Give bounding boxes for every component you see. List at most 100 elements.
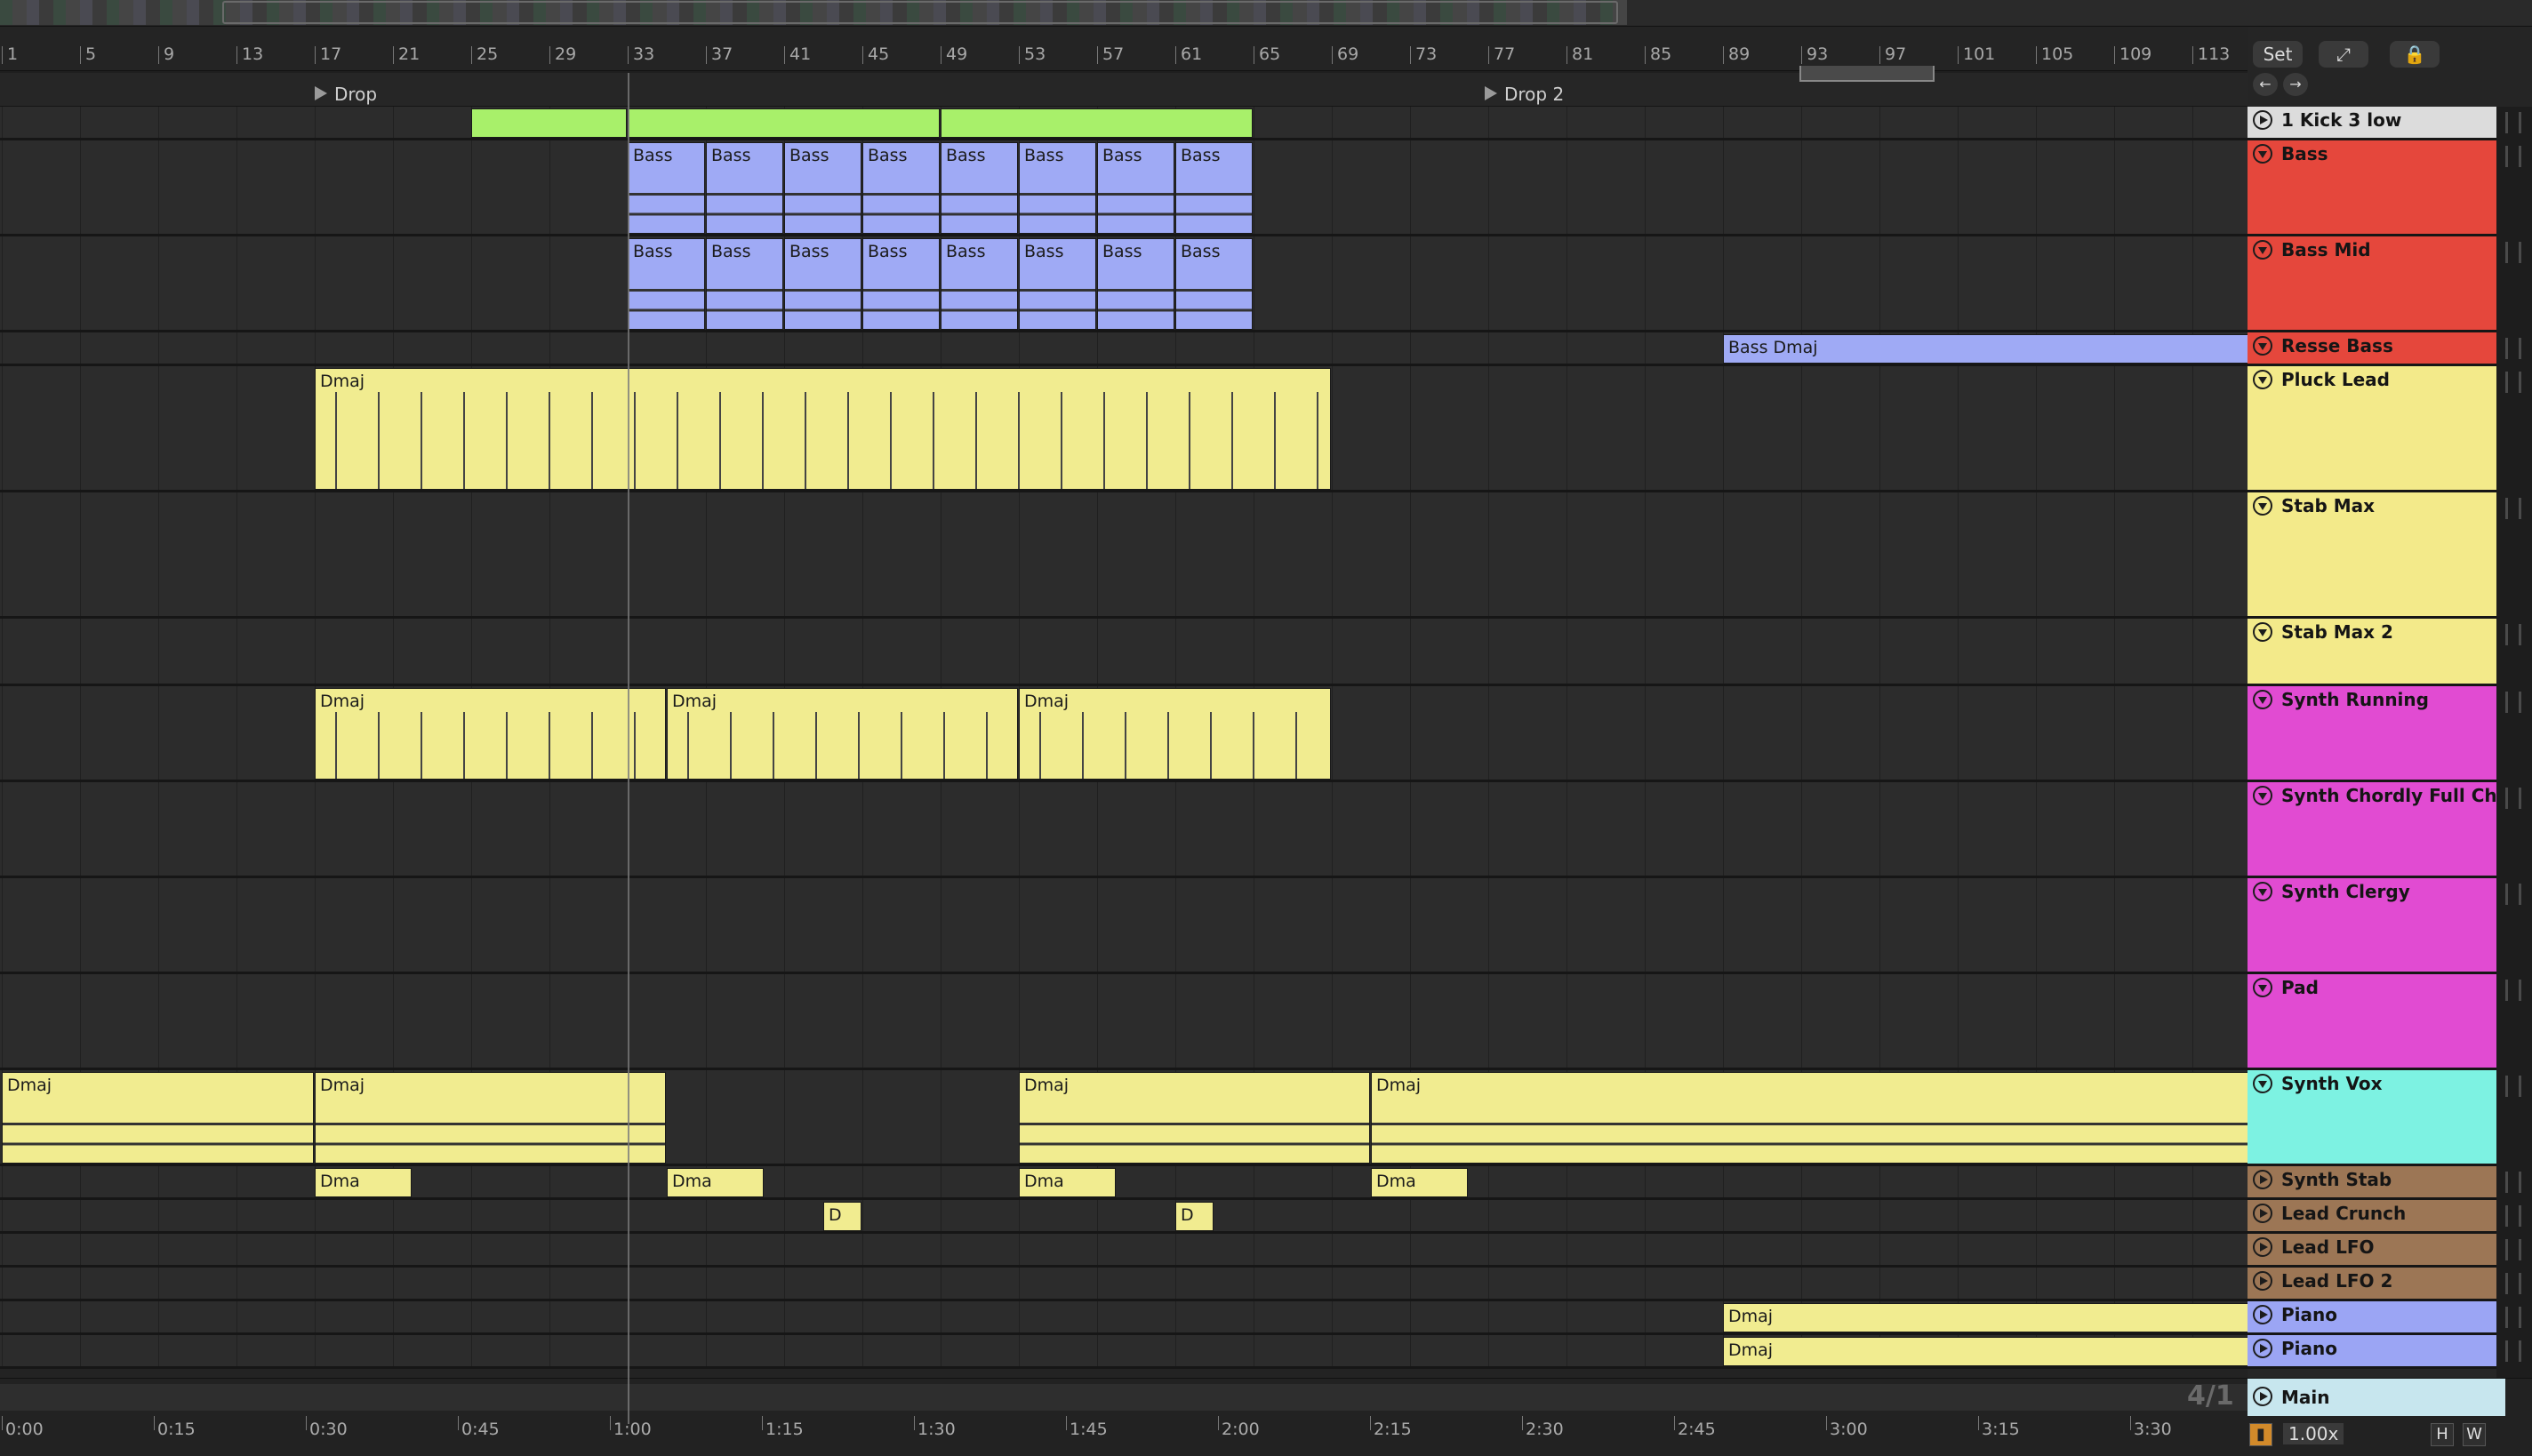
track-lane[interactable]: DmajDmaj bbox=[0, 782, 2248, 878]
play-icon[interactable] bbox=[2253, 1339, 2272, 1358]
track-lane[interactable]: Bass Dmaj bbox=[0, 332, 2248, 366]
track-header[interactable]: Piano bbox=[2248, 1301, 2505, 1335]
clip[interactable]: Bass bbox=[1175, 238, 1253, 330]
fold-icon[interactable] bbox=[2253, 786, 2272, 805]
clip[interactable]: Bass bbox=[784, 238, 861, 330]
track-lane[interactable]: DmajDmaj bbox=[0, 878, 2248, 974]
set-locator-button[interactable]: Set bbox=[2253, 41, 2303, 68]
track-header[interactable]: Stab Max 2 bbox=[2248, 619, 2505, 686]
beat-time-ruler[interactable]: 1 5 9 13 17 21 25 29 33 37 41 45 49 53 57 61 65 69 73 77 81 8… bbox=[0, 27, 2248, 71]
fold-icon[interactable] bbox=[2253, 1074, 2272, 1093]
clip[interactable]: Bass bbox=[628, 142, 705, 234]
track-header[interactable]: Lead LFO bbox=[2248, 1234, 2505, 1268]
audio-icon[interactable]: ▮ bbox=[2249, 1423, 2272, 1446]
track-resize-handle[interactable] bbox=[2505, 884, 2521, 905]
track-lane[interactable]: BassBassBassBassBassBassBassBassBass Dma… bbox=[0, 140, 2248, 236]
track-lane[interactable]: DmajDmajDmajDmajDmaj bbox=[0, 366, 2248, 492]
fold-icon[interactable] bbox=[2253, 240, 2272, 260]
previous-locator-icon[interactable]: ← bbox=[2253, 73, 2278, 96]
track-header[interactable]: Resse Bass bbox=[2248, 332, 2505, 366]
play-icon[interactable] bbox=[2253, 1170, 2272, 1189]
track-resize-handle[interactable] bbox=[2505, 498, 2521, 519]
clip[interactable]: Dma bbox=[315, 1168, 412, 1197]
play-icon[interactable] bbox=[2253, 1271, 2272, 1291]
clip[interactable]: Bass bbox=[1097, 238, 1174, 330]
clip[interactable]: Dmaj bbox=[315, 1072, 666, 1164]
track-header[interactable]: Synth Clergy bbox=[2248, 878, 2505, 974]
clip[interactable]: Dmaj bbox=[1723, 1337, 2248, 1366]
track-lane[interactable]: Dmaj bbox=[0, 1268, 2248, 1301]
track-resize-handle[interactable] bbox=[2505, 1307, 2521, 1328]
track-lane[interactable]: Dmaj bbox=[0, 1335, 2248, 1369]
track-resize-handle[interactable] bbox=[2505, 146, 2521, 167]
clip[interactable]: Bass bbox=[628, 238, 705, 330]
clip[interactable]: D bbox=[823, 1202, 861, 1231]
track-lane[interactable]: DmajDmajDmajDmajDmajDmajDmajDmaj bbox=[0, 686, 2248, 782]
clip[interactable]: Bass bbox=[862, 238, 940, 330]
clip[interactable]: Dma bbox=[1371, 1168, 1468, 1197]
track-lane[interactable]: BassBassBassBassBassBassBassBassBass Dma… bbox=[0, 236, 2248, 332]
lock-icon[interactable]: 🔒 bbox=[2390, 41, 2440, 68]
track-header[interactable]: Stab Max bbox=[2248, 492, 2505, 619]
horizontal-scroll-area[interactable] bbox=[0, 1384, 2248, 1411]
clip[interactable] bbox=[628, 108, 940, 138]
clip[interactable]: Bass bbox=[706, 142, 783, 234]
track-resize-handle[interactable] bbox=[2505, 1205, 2521, 1227]
clip[interactable]: Dmaj bbox=[1019, 688, 1331, 780]
clip[interactable]: Bass bbox=[1019, 142, 1096, 234]
clip[interactable] bbox=[941, 108, 1253, 138]
fold-icon[interactable] bbox=[2253, 690, 2272, 709]
clip[interactable]: Dmaj bbox=[315, 688, 666, 780]
loop-brace[interactable] bbox=[1799, 66, 1935, 82]
clip[interactable]: Bass bbox=[1019, 238, 1096, 330]
fold-icon[interactable] bbox=[2253, 144, 2272, 164]
play-icon[interactable] bbox=[2253, 1237, 2272, 1257]
track-header[interactable]: Synth Chordly Full Cho bbox=[2248, 782, 2505, 878]
clip[interactable] bbox=[471, 108, 627, 138]
fold-icon[interactable] bbox=[2253, 496, 2272, 516]
play-icon[interactable] bbox=[2253, 1305, 2272, 1324]
w-button[interactable]: W bbox=[2463, 1423, 2486, 1446]
track-lane[interactable]: DmajDmajDmaj bbox=[0, 1234, 2248, 1268]
clip[interactable]: Dmaj bbox=[1723, 1303, 2248, 1332]
track-lane[interactable]: DDDDDD bbox=[0, 1200, 2248, 1234]
track-resize-handle[interactable] bbox=[2505, 112, 2521, 133]
clip[interactable]: Dmaj bbox=[2, 1072, 314, 1164]
clip[interactable]: Bass bbox=[1175, 142, 1253, 234]
track-lane[interactable]: DmaDmaDmaDmaDmajDmajDma bbox=[0, 1166, 2248, 1200]
track-resize-handle[interactable] bbox=[2505, 692, 2521, 713]
track-resize-handle[interactable] bbox=[2505, 788, 2521, 809]
play-icon[interactable] bbox=[2253, 1204, 2272, 1223]
main-track-header[interactable]: Main bbox=[2248, 1379, 2505, 1416]
track-lane[interactable]: Dmaj Dmaj Dmaj Dmaj bbox=[0, 1070, 2248, 1166]
track-resize-handle[interactable] bbox=[2505, 1239, 2521, 1260]
track-resize-handle[interactable] bbox=[2505, 1076, 2521, 1097]
track-lane[interactable]: Dmaj bbox=[0, 974, 2248, 1070]
clip[interactable]: Dmaj bbox=[1019, 1072, 1370, 1164]
overview-visible-window[interactable] bbox=[222, 1, 1618, 24]
track-lane[interactable] bbox=[0, 107, 2248, 140]
clip[interactable]: Dma bbox=[667, 1168, 764, 1197]
track-header[interactable]: Lead Crunch bbox=[2248, 1200, 2505, 1234]
track-lane[interactable]: DDDDD bbox=[0, 492, 2248, 619]
fold-icon[interactable] bbox=[2253, 622, 2272, 642]
h-button[interactable]: H bbox=[2431, 1423, 2454, 1446]
clip[interactable]: Bass bbox=[941, 238, 1018, 330]
track-resize-handle[interactable] bbox=[2505, 624, 2521, 645]
track-resize-handle[interactable] bbox=[2505, 1273, 2521, 1294]
track-resize-handle[interactable] bbox=[2505, 1172, 2521, 1193]
clip[interactable]: D bbox=[1175, 1202, 1214, 1231]
fold-icon[interactable] bbox=[2253, 336, 2272, 356]
track-header[interactable]: Synth Vox bbox=[2248, 1070, 2505, 1166]
follow-icon[interactable]: ⤢ bbox=[2319, 41, 2368, 68]
overview-strip[interactable] bbox=[0, 0, 2532, 27]
zoom-value[interactable]: 1.00x bbox=[2283, 1423, 2344, 1444]
track-header[interactable]: Synth Stab bbox=[2248, 1166, 2505, 1200]
track-header[interactable]: 1 Kick 3 low bbox=[2248, 107, 2505, 140]
locator-drop[interactable]: Drop bbox=[313, 84, 377, 105]
clip[interactable]: Bass Dmaj bbox=[1723, 334, 2248, 364]
clip[interactable]: Bass bbox=[784, 142, 861, 234]
track-header[interactable]: Bass bbox=[2248, 140, 2505, 236]
track-resize-handle[interactable] bbox=[2505, 372, 2521, 393]
clip[interactable]: Dmaj bbox=[315, 368, 1331, 490]
